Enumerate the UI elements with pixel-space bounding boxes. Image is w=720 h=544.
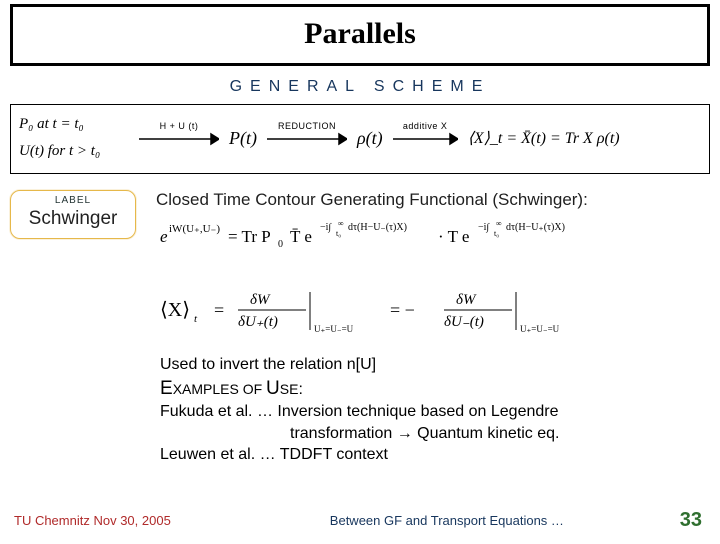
svg-text:T̄ e: T̄ e <box>290 227 312 246</box>
reduction-label: REDUCTION <box>267 121 347 131</box>
svg-text:iW(U₊,U₋): iW(U₊,U₋) <box>169 223 220 235</box>
svg-text:U₊=U₋=U: U₊=U₋=U <box>520 324 560 334</box>
svg-text:t: t <box>194 313 198 325</box>
Xt-equality: ⟨X⟩_t = X̄(t) = Tr X ρ(t) <box>468 128 620 148</box>
svg-text:U₊=U₋=U: U₊=U₋=U <box>314 324 354 334</box>
additive-label: additive X <box>393 121 458 131</box>
svg-text:∞: ∞ <box>338 219 344 228</box>
invert-line: Used to invert the relation n[U] <box>160 354 710 376</box>
svg-text:0: 0 <box>278 239 283 250</box>
svg-text:= Tr P: = Tr P <box>228 227 271 246</box>
general-scheme-heading: GENERAL SCHEME <box>0 78 720 96</box>
schwinger-label-box: LABEL Schwinger <box>10 190 136 239</box>
formula-Xt: ⟨X⟩ t = δW δU₊(t) U₊=U₋=U = − δW δU₋(t) … <box>160 282 700 340</box>
svg-text:∞: ∞ <box>496 219 502 228</box>
lower-text-block: Used to invert the relation n[U] EXAMPLE… <box>160 354 710 466</box>
examples-of-use-heading: EXAMPLES OF USE: <box>160 376 710 402</box>
label-big: Schwinger <box>25 208 121 230</box>
slide-title: Parallels <box>10 4 710 66</box>
fukuda-line1: Fukuda et al. … Inversion technique base… <box>160 401 710 423</box>
slide-footer: TU Chemnitz Nov 30, 2005 Between GF and … <box>0 509 720 532</box>
rho-t-term: ρ(t) <box>357 128 383 149</box>
scheme-diagram: P₀ at t = t₀ U(t) for t > t₀ H + U (t) P… <box>10 104 710 174</box>
svg-text:−i∫: −i∫ <box>478 222 490 233</box>
arrow-hu: H + U (t) <box>139 121 219 156</box>
footer-title: Between GF and Transport Equations … <box>214 513 680 528</box>
svg-text:⟨X⟩: ⟨X⟩ <box>160 299 190 321</box>
fukuda-line2: transformation → Quantum kinetic eq. <box>160 423 710 445</box>
svg-text:δW: δW <box>250 292 271 308</box>
diagram-initial-conditions: P₀ at t = t₀ U(t) for t > t₀ <box>19 111 129 165</box>
Ut-for-tgt-t0: U(t) for t > t₀ <box>19 138 129 165</box>
label-small: LABEL <box>25 195 121 206</box>
formula-eiW: e iW(U₊,U₋) = Tr P 0 T̄ e −i∫ ∞ t₀ dτ(H−… <box>160 216 700 258</box>
hu-label: H + U (t) <box>139 121 219 131</box>
svg-text:e: e <box>160 227 168 246</box>
section-title: Closed Time Contour Generating Functiona… <box>156 190 710 210</box>
svg-text:−i∫: −i∫ <box>320 222 332 233</box>
p0-at-t0: P₀ at t = t₀ <box>19 111 129 138</box>
leuwen-line: Leuwen et al. … TDDFT context <box>160 444 710 466</box>
svg-text:δW: δW <box>456 292 477 308</box>
footer-page-number: 33 <box>680 509 702 532</box>
arrow-additive: additive X <box>393 121 458 156</box>
svg-text:= −: = − <box>390 300 415 320</box>
svg-text:δU₋(t): δU₋(t) <box>444 314 484 330</box>
svg-text:dτ(H−U₊(τ)X): dτ(H−U₊(τ)X) <box>506 222 565 233</box>
svg-text:t₀: t₀ <box>494 229 499 238</box>
svg-text:dτ(H−U₋(τ)X): dτ(H−U₋(τ)X) <box>348 222 407 233</box>
svg-text:=: = <box>214 300 224 320</box>
schwinger-section: LABEL Schwinger Closed Time Contour Gene… <box>10 190 710 340</box>
svg-text:t₀: t₀ <box>336 229 341 238</box>
Pt-term: P(t) <box>229 128 257 149</box>
arrow-reduction: REDUCTION <box>267 121 347 156</box>
footer-venue: TU Chemnitz Nov 30, 2005 <box>14 513 214 528</box>
svg-text:δU₊(t): δU₊(t) <box>238 314 278 330</box>
svg-text:· T e: · T e <box>438 227 469 246</box>
formula-block: e iW(U₊,U₋) = Tr P 0 T̄ e −i∫ ∞ t₀ dτ(H−… <box>160 216 710 340</box>
